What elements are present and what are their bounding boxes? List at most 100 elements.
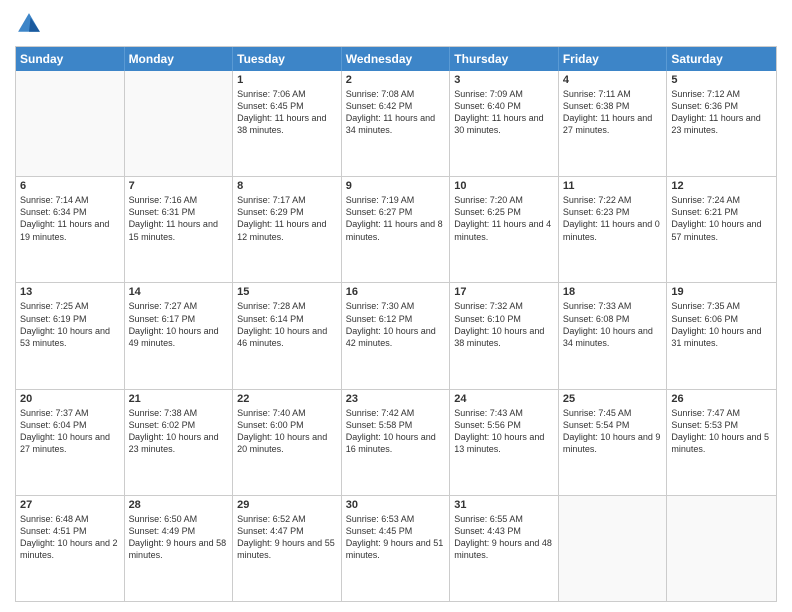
cal-cell: 28 Sunrise: 6:50 AM Sunset: 4:49 PM Dayli…	[125, 496, 234, 601]
day-number: 30	[346, 499, 446, 511]
calendar: SundayMondayTuesdayWednesdayThursdayFrid…	[15, 46, 777, 602]
cal-cell: 15Sunrise: 7:28 AM Sunset: 6:14 PM Dayli…	[233, 283, 342, 388]
day-number: 4	[563, 74, 663, 86]
day-number: 8	[237, 180, 337, 192]
cell-info: Sunrise: 6:48 AM Sunset: 4:51 PM Dayligh…	[20, 513, 120, 562]
day-number: 21	[129, 393, 229, 405]
cell-info: Sunrise: 7:40 AM Sunset: 6:00 PM Dayligh…	[237, 407, 337, 456]
cal-cell: 14 Sunrise: 7:27 AM Sunset: 6:17 PM Dayli…	[125, 283, 234, 388]
cell-info: Sunrise: 7:08 AM Sunset: 6:42 PM Dayligh…	[346, 88, 446, 137]
calendar-header: SundayMondayTuesdayWednesdayThursdayFrid…	[16, 47, 776, 71]
cell-info: Sunrise: 7:45 AM Sunset: 5:54 PM Dayligh…	[563, 407, 663, 456]
cell-info: Sunrise: 7:24 AM Sunset: 6:21 PM Dayligh…	[671, 194, 772, 243]
cell-info: Sunrise: 7:32 AM Sunset: 6:10 PM Dayligh…	[454, 300, 554, 349]
logo	[15, 10, 47, 38]
header-day-monday: Monday	[125, 47, 234, 71]
cal-cell: 8 Sunrise: 7:17 AM Sunset: 6:29 PM Daylig…	[233, 177, 342, 282]
cell-info: Sunrise: 7:19 AM Sunset: 6:27 PM Dayligh…	[346, 194, 446, 243]
cell-info: Sunrise: 7:35 AM Sunset: 6:06 PM Dayligh…	[671, 300, 772, 349]
cal-cell: 7 Sunrise: 7:16 AM Sunset: 6:31 PM Daylig…	[125, 177, 234, 282]
week-row-5: 27 Sunrise: 6:48 AM Sunset: 4:51 PM Dayli…	[16, 496, 776, 601]
week-row-3: 13 Sunrise: 7:25 AM Sunset: 6:19 PM Dayli…	[16, 283, 776, 389]
cal-cell: 3Sunrise: 7:09 AM Sunset: 6:40 PM Daylig…	[450, 71, 559, 176]
day-number: 16	[346, 286, 446, 298]
day-number: 28	[129, 499, 229, 511]
cal-cell: 16 Sunrise: 7:30 AM Sunset: 6:12 PM Dayli…	[342, 283, 451, 388]
cal-cell	[559, 496, 668, 601]
cal-cell: 30Sunrise: 6:53 AM Sunset: 4:45 PM Dayli…	[342, 496, 451, 601]
cal-cell	[16, 71, 125, 176]
header-day-sunday: Sunday	[16, 47, 125, 71]
cal-cell: 25Sunrise: 7:45 AM Sunset: 5:54 PM Dayli…	[559, 390, 668, 495]
cal-cell: 22 Sunrise: 7:40 AM Sunset: 6:00 PM Dayli…	[233, 390, 342, 495]
cal-cell: 12Sunrise: 7:24 AM Sunset: 6:21 PM Dayli…	[667, 177, 776, 282]
cell-info: Sunrise: 6:52 AM Sunset: 4:47 PM Dayligh…	[237, 513, 337, 562]
cell-info: Sunrise: 7:25 AM Sunset: 6:19 PM Dayligh…	[20, 300, 120, 349]
cal-cell: 31 Sunrise: 6:55 AM Sunset: 4:43 PM Dayli…	[450, 496, 559, 601]
day-number: 1	[237, 74, 337, 86]
cal-cell: 1 Sunrise: 7:06 AM Sunset: 6:45 PM Daylig…	[233, 71, 342, 176]
day-number: 7	[129, 180, 229, 192]
day-number: 19	[671, 286, 772, 298]
cal-cell	[667, 496, 776, 601]
cal-cell: 5 Sunrise: 7:12 AM Sunset: 6:36 PM Daylig…	[667, 71, 776, 176]
cal-cell: 20 Sunrise: 7:37 AM Sunset: 6:04 PM Dayli…	[16, 390, 125, 495]
day-number: 14	[129, 286, 229, 298]
cell-info: Sunrise: 7:47 AM Sunset: 5:53 PM Dayligh…	[671, 407, 772, 456]
header	[15, 10, 777, 38]
day-number: 17	[454, 286, 554, 298]
cell-info: Sunrise: 7:33 AM Sunset: 6:08 PM Dayligh…	[563, 300, 663, 349]
cal-cell: 11Sunrise: 7:22 AM Sunset: 6:23 PM Dayli…	[559, 177, 668, 282]
cal-cell: 4Sunrise: 7:11 AM Sunset: 6:38 PM Daylig…	[559, 71, 668, 176]
cal-cell: 26 Sunrise: 7:47 AM Sunset: 5:53 PM Dayli…	[667, 390, 776, 495]
logo-icon	[15, 10, 43, 38]
cell-info: Sunrise: 6:55 AM Sunset: 4:43 PM Dayligh…	[454, 513, 554, 562]
day-number: 23	[346, 393, 446, 405]
header-day-wednesday: Wednesday	[342, 47, 451, 71]
cell-info: Sunrise: 7:12 AM Sunset: 6:36 PM Dayligh…	[671, 88, 772, 137]
cal-cell: 24 Sunrise: 7:43 AM Sunset: 5:56 PM Dayli…	[450, 390, 559, 495]
day-number: 26	[671, 393, 772, 405]
day-number: 3	[454, 74, 554, 86]
day-number: 13	[20, 286, 120, 298]
cal-cell	[125, 71, 234, 176]
cell-info: Sunrise: 7:30 AM Sunset: 6:12 PM Dayligh…	[346, 300, 446, 349]
cell-info: Sunrise: 7:43 AM Sunset: 5:56 PM Dayligh…	[454, 407, 554, 456]
cal-cell: 10 Sunrise: 7:20 AM Sunset: 6:25 PM Dayli…	[450, 177, 559, 282]
cell-info: Sunrise: 7:17 AM Sunset: 6:29 PM Dayligh…	[237, 194, 337, 243]
day-number: 18	[563, 286, 663, 298]
cell-info: Sunrise: 7:14 AM Sunset: 6:34 PM Dayligh…	[20, 194, 120, 243]
cell-info: Sunrise: 7:16 AM Sunset: 6:31 PM Dayligh…	[129, 194, 229, 243]
day-number: 22	[237, 393, 337, 405]
cal-cell: 27 Sunrise: 6:48 AM Sunset: 4:51 PM Dayli…	[16, 496, 125, 601]
cal-cell: 19 Sunrise: 7:35 AM Sunset: 6:06 PM Dayli…	[667, 283, 776, 388]
day-number: 27	[20, 499, 120, 511]
cal-cell: 29 Sunrise: 6:52 AM Sunset: 4:47 PM Dayli…	[233, 496, 342, 601]
cal-cell: 23 Sunrise: 7:42 AM Sunset: 5:58 PM Dayli…	[342, 390, 451, 495]
cell-info: Sunrise: 7:06 AM Sunset: 6:45 PM Dayligh…	[237, 88, 337, 137]
day-number: 2	[346, 74, 446, 86]
day-number: 20	[20, 393, 120, 405]
cal-cell: 21 Sunrise: 7:38 AM Sunset: 6:02 PM Dayli…	[125, 390, 234, 495]
cal-cell: 9 Sunrise: 7:19 AM Sunset: 6:27 PM Daylig…	[342, 177, 451, 282]
page: SundayMondayTuesdayWednesdayThursdayFrid…	[0, 0, 792, 612]
cell-info: Sunrise: 7:20 AM Sunset: 6:25 PM Dayligh…	[454, 194, 554, 243]
cell-info: Sunrise: 6:50 AM Sunset: 4:49 PM Dayligh…	[129, 513, 229, 562]
cell-info: Sunrise: 7:42 AM Sunset: 5:58 PM Dayligh…	[346, 407, 446, 456]
day-number: 15	[237, 286, 337, 298]
week-row-4: 20 Sunrise: 7:37 AM Sunset: 6:04 PM Dayli…	[16, 390, 776, 496]
header-day-thursday: Thursday	[450, 47, 559, 71]
day-number: 5	[671, 74, 772, 86]
day-number: 10	[454, 180, 554, 192]
cell-info: Sunrise: 7:38 AM Sunset: 6:02 PM Dayligh…	[129, 407, 229, 456]
day-number: 9	[346, 180, 446, 192]
day-number: 24	[454, 393, 554, 405]
day-number: 31	[454, 499, 554, 511]
cal-cell: 2 Sunrise: 7:08 AM Sunset: 6:42 PM Daylig…	[342, 71, 451, 176]
cell-info: Sunrise: 7:27 AM Sunset: 6:17 PM Dayligh…	[129, 300, 229, 349]
cell-info: Sunrise: 7:37 AM Sunset: 6:04 PM Dayligh…	[20, 407, 120, 456]
day-number: 29	[237, 499, 337, 511]
cal-cell: 18 Sunrise: 7:33 AM Sunset: 6:08 PM Dayli…	[559, 283, 668, 388]
cal-cell: 17 Sunrise: 7:32 AM Sunset: 6:10 PM Dayli…	[450, 283, 559, 388]
header-day-saturday: Saturday	[667, 47, 776, 71]
